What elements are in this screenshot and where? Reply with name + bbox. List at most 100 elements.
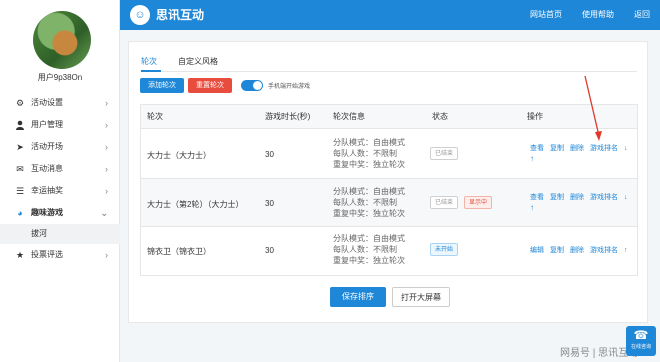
status-badge: 已结束 bbox=[430, 147, 459, 160]
edit-link[interactable]: 编辑 bbox=[530, 247, 544, 254]
tab-bar: 轮次 自定义风格 bbox=[141, 52, 637, 72]
add-round-button[interactable]: 添加轮次 bbox=[140, 78, 184, 93]
info-repeat-win: 重复中奖：独立轮次 bbox=[333, 256, 405, 265]
mobile-start-toggle[interactable] bbox=[241, 80, 263, 91]
info-team-size: 每队人数：不限制 bbox=[333, 149, 397, 158]
sidebar-item-label: 幸运抽奖 bbox=[31, 186, 63, 195]
online-consult-label: 在线咨询 bbox=[630, 344, 651, 350]
table-header: 轮次 游戏时长(秒) 轮次信息 状态 操作 bbox=[141, 105, 637, 129]
open-big-screen-button[interactable]: 打开大屏幕 bbox=[392, 287, 450, 307]
nav-home-link[interactable]: 网站首页 bbox=[530, 0, 562, 30]
chevron-right-icon: › bbox=[105, 142, 108, 152]
sidebar-item-activity-settings[interactable]: ⚙ 活动设置 › bbox=[0, 92, 120, 114]
column-header-info: 轮次信息 bbox=[333, 112, 365, 121]
gear-icon: ⚙ bbox=[15, 98, 25, 108]
mobile-start-toggle-label: 手机端开始游戏 bbox=[268, 84, 311, 90]
brand-title: 思讯互动 bbox=[156, 8, 205, 22]
game-ranking-link[interactable]: 游戏排名 bbox=[590, 145, 618, 152]
status-badge: 未开始 bbox=[430, 243, 459, 256]
sidebar-item-lucky-draw[interactable]: ☰ 幸运抽奖 › bbox=[0, 180, 120, 202]
delete-link[interactable]: 删除 bbox=[570, 247, 584, 254]
move-up-icon[interactable]: ↑ bbox=[530, 203, 534, 212]
sidebar-item-label: 活动设置 bbox=[31, 98, 63, 107]
tab-custom-style[interactable]: 自定义风格 bbox=[178, 56, 218, 67]
move-down-icon[interactable]: ↓ bbox=[624, 145, 628, 152]
message-icon: ✉ bbox=[16, 164, 24, 174]
table-row: 锦衣卫（锦衣卫） 30 分队模式：自由模式 每队人数：不限制 重复中奖：独立轮次… bbox=[141, 227, 637, 275]
view-link[interactable]: 查看 bbox=[530, 145, 544, 152]
round-duration: 30 bbox=[265, 150, 274, 159]
sidebar: 用户9p38On ⚙ 活动设置 › 用户管理 › ➤ 活动开场 › ✉ 互动消息… bbox=[0, 0, 120, 362]
column-header-actions: 操作 bbox=[527, 112, 543, 121]
view-link[interactable]: 查看 bbox=[530, 194, 544, 201]
tab-active-indicator bbox=[141, 70, 161, 72]
round-info: 分队模式：自由模式 每队人数：不限制 重复中奖：独立轮次 bbox=[333, 137, 405, 170]
info-team-size: 每队人数：不限制 bbox=[333, 245, 397, 254]
chevron-down-icon: ⌄ bbox=[100, 208, 108, 218]
sidebar-subitem-tug-of-war[interactable]: 拔河 bbox=[0, 224, 120, 244]
game-ranking-link[interactable]: 游戏排名 bbox=[590, 247, 618, 254]
table-row: 大力士（第2轮）（大力士） 30 分队模式：自由模式 每队人数：不限制 重复中奖… bbox=[141, 179, 637, 227]
chevron-right-icon: › bbox=[105, 164, 108, 174]
sidebar-item-label: 活动开场 bbox=[31, 142, 63, 151]
username: 用户9p38On bbox=[37, 73, 83, 82]
move-up-icon[interactable]: ↑ bbox=[624, 247, 628, 254]
star-icon: ★ bbox=[15, 250, 25, 260]
top-nav: 网站首页 使用帮助 返回 bbox=[510, 0, 650, 30]
sidebar-item-activity-start[interactable]: ➤ 活动开场 › bbox=[0, 136, 120, 158]
round-duration: 30 bbox=[265, 199, 274, 208]
round-info: 分队模式：自由模式 每队人数：不限制 重复中奖：独立轮次 bbox=[333, 233, 405, 266]
info-repeat-win: 重复中奖：独立轮次 bbox=[333, 160, 405, 169]
chevron-right-icon: › bbox=[105, 250, 108, 260]
user-icon bbox=[15, 120, 25, 130]
sidebar-item-label: 趣味游戏 bbox=[31, 208, 63, 217]
sidebar-item-user-management[interactable]: 用户管理 › bbox=[0, 114, 120, 136]
sidebar-item-label: 用户管理 bbox=[31, 120, 63, 129]
chevron-right-icon: › bbox=[105, 98, 108, 108]
round-name: 大力士（大力士） bbox=[147, 151, 211, 160]
column-header-duration: 游戏时长(秒) bbox=[265, 112, 311, 121]
round-name: 大力士（第2轮）（大力士） bbox=[147, 200, 244, 209]
reset-rounds-button[interactable]: 重置轮次 bbox=[188, 78, 232, 93]
chevron-right-icon: › bbox=[105, 186, 108, 196]
sidebar-item-label: 投票评选 bbox=[31, 250, 63, 259]
info-team-size: 每队人数：不限制 bbox=[333, 198, 397, 207]
info-team-mode: 分队模式：自由模式 bbox=[333, 234, 405, 243]
copy-link[interactable]: 复制 bbox=[550, 145, 564, 152]
info-team-mode: 分队模式：自由模式 bbox=[333, 138, 405, 147]
sidebar-item-fun-games[interactable]: ◕ 趣味游戏 ⌄ bbox=[0, 202, 120, 224]
logo-icon: ☺ bbox=[130, 5, 150, 25]
round-info: 分队模式：自由模式 每队人数：不限制 重复中奖：独立轮次 bbox=[333, 186, 405, 219]
list-icon: ☰ bbox=[15, 186, 25, 196]
chat-icon: ☎ bbox=[633, 328, 649, 342]
row-actions: 编辑 复制 删除 游戏排名 ↑ bbox=[530, 245, 634, 255]
online-consult-button[interactable]: ☎ 在线咨询 bbox=[626, 326, 656, 356]
column-header-status: 状态 bbox=[432, 112, 448, 121]
row-actions: 查看 复制 删除 游戏排名 ↓ bbox=[530, 192, 634, 202]
game-ranking-link[interactable]: 游戏排名 bbox=[590, 194, 618, 201]
tab-rounds[interactable]: 轮次 bbox=[141, 56, 157, 67]
copy-link[interactable]: 复制 bbox=[550, 194, 564, 201]
delete-link[interactable]: 删除 bbox=[570, 194, 584, 201]
save-order-button[interactable]: 保存排序 bbox=[330, 287, 386, 307]
table-row: 大力士（大力士） 30 分队模式：自由模式 每队人数：不限制 重复中奖：独立轮次… bbox=[141, 129, 637, 179]
round-name: 锦衣卫（锦衣卫） bbox=[147, 247, 211, 256]
sidebar-item-voting[interactable]: ★ 投票评选 › bbox=[0, 244, 120, 266]
info-repeat-win: 重复中奖：独立轮次 bbox=[333, 209, 405, 218]
toggle-knob bbox=[253, 81, 262, 90]
move-down-icon[interactable]: ↓ bbox=[624, 194, 628, 201]
info-team-mode: 分队模式：自由模式 bbox=[333, 187, 405, 196]
move-up-icon[interactable]: ↑ bbox=[530, 154, 534, 163]
copy-link[interactable]: 复制 bbox=[550, 247, 564, 254]
nav-help-link[interactable]: 使用帮助 bbox=[582, 0, 614, 30]
send-icon: ➤ bbox=[16, 142, 24, 152]
avatar[interactable] bbox=[33, 11, 91, 69]
sidebar-menu: ⚙ 活动设置 › 用户管理 › ➤ 活动开场 › ✉ 互动消息 › ☰ 幸运抽奖… bbox=[0, 92, 120, 266]
nav-back-link[interactable]: 返回 bbox=[634, 0, 650, 30]
status-badge-showing: 显示中 bbox=[464, 196, 493, 209]
status-badge: 已结束 bbox=[430, 196, 459, 209]
delete-link[interactable]: 删除 bbox=[570, 145, 584, 152]
sidebar-item-messages[interactable]: ✉ 互动消息 › bbox=[0, 158, 120, 180]
rounds-table: 轮次 游戏时长(秒) 轮次信息 状态 操作 大力士（大力士） 30 分队模式：自… bbox=[140, 104, 638, 276]
row-actions: 查看 复制 删除 游戏排名 ↓ bbox=[530, 143, 634, 153]
